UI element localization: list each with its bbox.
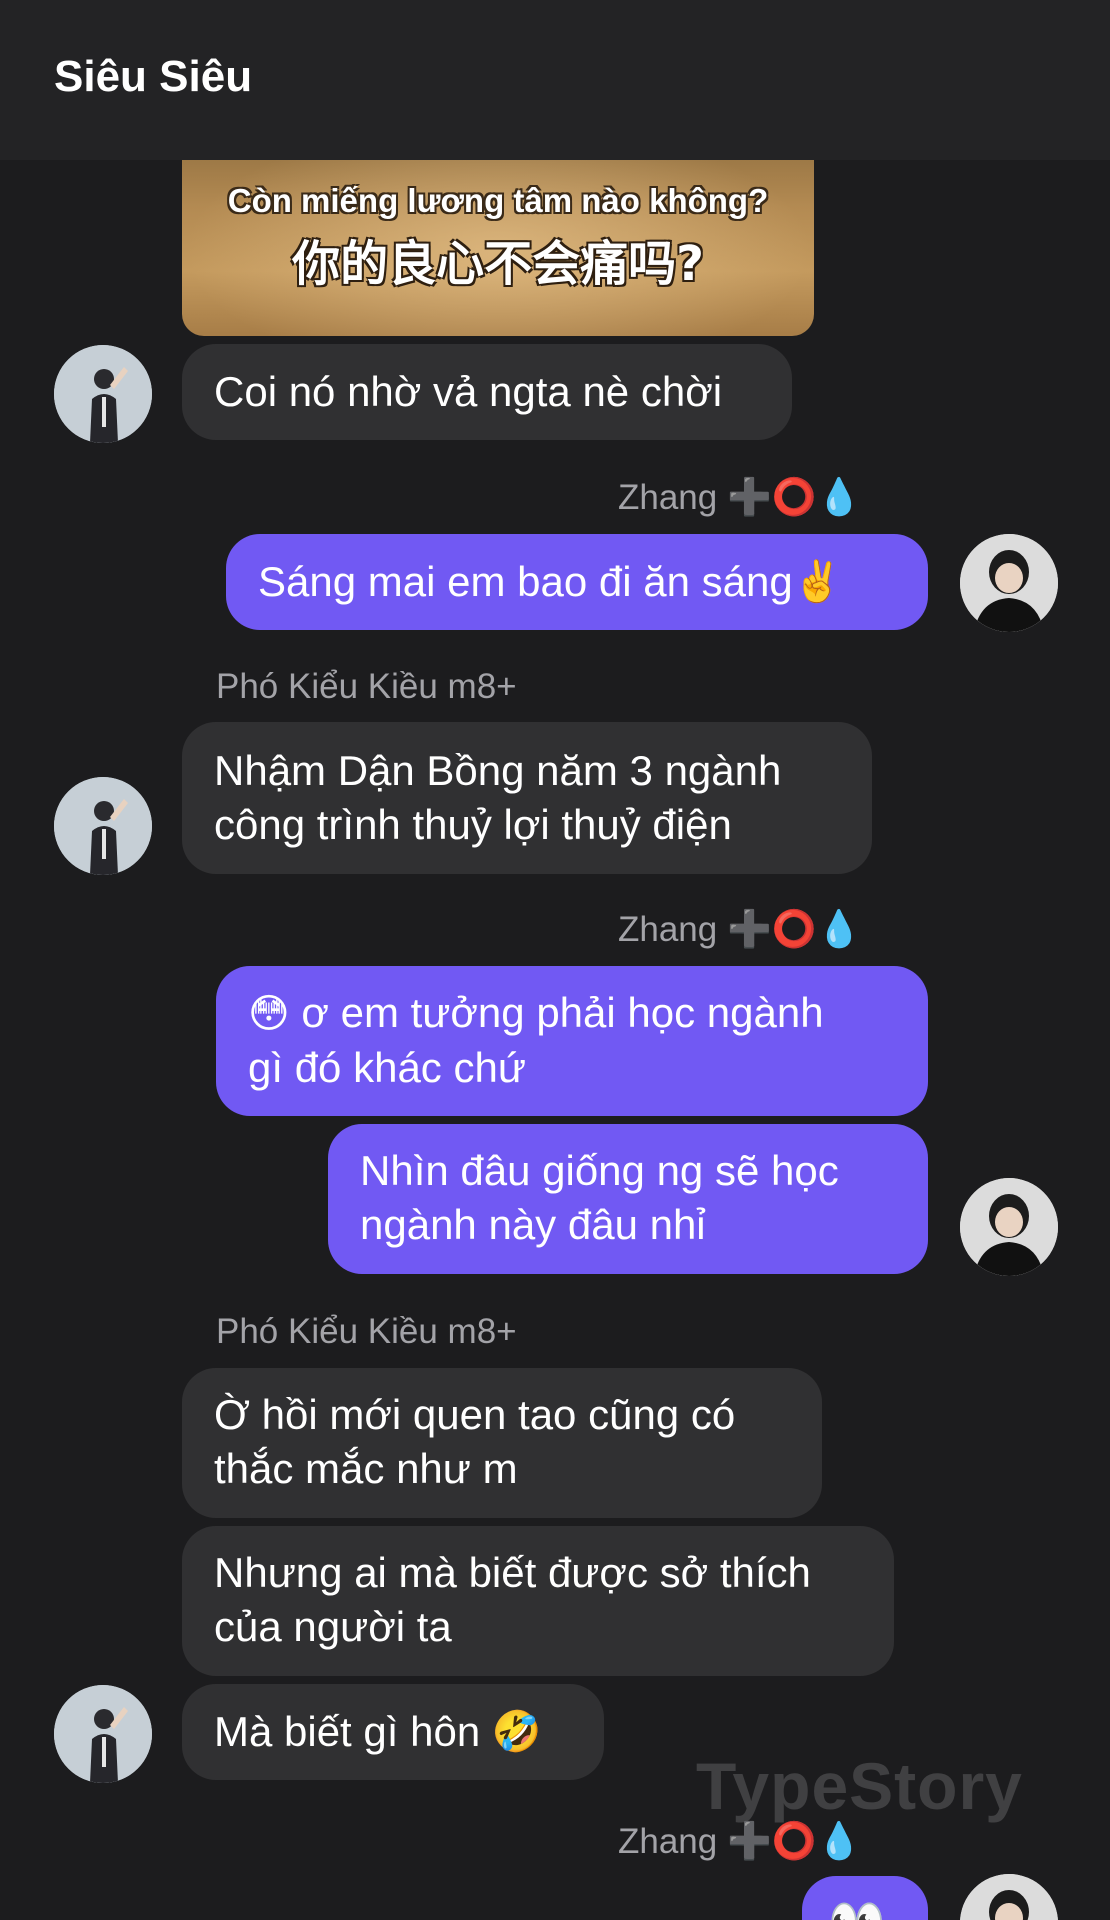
- contact-avatar[interactable]: [54, 345, 152, 443]
- message-bubble-incoming[interactable]: Ờ hồi mới quen tao cũng có thắc mắc như …: [182, 1368, 822, 1518]
- sender-name-zhang: Zhang ➕⭕💧: [618, 1820, 861, 1862]
- message-bubble-incoming[interactable]: Mà biết gì hôn 🤣: [182, 1684, 604, 1780]
- sender-name-zhang: Zhang ➕⭕💧: [618, 476, 861, 518]
- message-bubble-outgoing[interactable]: 👀: [802, 1876, 928, 1920]
- message-line: thắc mắc như m: [214, 1445, 518, 1492]
- sender-name-pho-kieu-kieu: Phó Kiểu Kiều m8+: [216, 1312, 517, 1351]
- message-bubble-incoming[interactable]: Nhậm Dận Bồng năm 3 ngành công trình thu…: [182, 722, 872, 874]
- sender-emoji: ➕⭕💧: [726, 1821, 862, 1862]
- person-avatar-icon: [54, 345, 152, 443]
- message-bubble-incoming[interactable]: Coi nó nhờ vả ngta nè chời: [182, 344, 792, 440]
- chat-header: Siêu Siêu: [0, 0, 1110, 160]
- chat-screen: Còn miếng lương tâm nào không? 你的良心不会痛吗?…: [0, 0, 1110, 1920]
- sender-emoji: ➕⭕💧: [726, 909, 862, 950]
- chat-title[interactable]: Siêu Siêu: [54, 52, 252, 102]
- message-line: ngành này đâu nhỉ: [360, 1201, 706, 1248]
- sender-name: Zhang: [618, 478, 718, 517]
- message-text: Sáng mai em bao đi ăn sáng: [258, 558, 793, 605]
- sender-name: Zhang: [618, 1822, 718, 1861]
- contact-avatar[interactable]: [54, 777, 152, 875]
- watermark: TypeStory: [696, 1749, 1023, 1823]
- person-avatar-icon: [960, 534, 1058, 632]
- person-avatar-icon: [54, 777, 152, 875]
- message-line: 😳 ơ em tưởng phải học ngành: [248, 986, 896, 1041]
- sender-name-pho-kieu-kieu: Phó Kiểu Kiều m8+: [216, 667, 517, 706]
- message-bubble-incoming[interactable]: Nhưng ai mà biết được sở thích của người…: [182, 1526, 894, 1676]
- message-text: Mà biết gì hôn: [214, 1708, 481, 1755]
- sender-name-zhang: Zhang ➕⭕💧: [618, 908, 861, 950]
- message-line: của người ta: [214, 1603, 452, 1650]
- message-line: Nhưng ai mà biết được sở thích: [214, 1549, 811, 1596]
- message-line: Nhậm Dận Bồng năm 3 ngành: [214, 747, 782, 794]
- message-line: gì đó khác chứ: [248, 1044, 526, 1091]
- message-text: ơ em tưởng phải học ngành: [301, 989, 824, 1036]
- eyes-icon: 👀: [828, 1898, 885, 1920]
- message-line: Ờ hồi mới quen tao cũng có: [214, 1391, 736, 1438]
- victory-hand-icon: ✌️: [792, 559, 843, 605]
- image-caption-chinese: 你的良心不会痛吗?: [292, 236, 704, 292]
- contact-avatar[interactable]: [54, 1685, 152, 1783]
- sender-name: Zhang: [618, 910, 718, 949]
- person-avatar-icon: [960, 1178, 1058, 1276]
- image-caption-vietnamese: Còn miếng lương tâm nào không?: [227, 182, 769, 219]
- person-avatar-icon: [960, 1874, 1058, 1920]
- message-bubble-outgoing[interactable]: 😳 ơ em tưởng phải học ngành gì đó khác c…: [216, 966, 928, 1116]
- message-text: Coi nó nhờ vả ngta nè chời: [214, 368, 723, 415]
- message-line: Nhìn đâu giống ng sẽ học: [360, 1147, 839, 1194]
- sender-emoji: ➕⭕💧: [726, 477, 862, 518]
- self-avatar[interactable]: [960, 534, 1058, 632]
- person-avatar-icon: [54, 1685, 152, 1783]
- self-avatar[interactable]: [960, 1874, 1058, 1920]
- self-avatar[interactable]: [960, 1178, 1058, 1276]
- message-bubble-outgoing[interactable]: Nhìn đâu giống ng sẽ học ngành này đâu n…: [328, 1124, 928, 1274]
- rolling-laughing-face-icon: 🤣: [491, 1709, 542, 1755]
- message-line: công trình thuỷ lợi thuỷ điện: [214, 801, 732, 848]
- message-bubble-outgoing[interactable]: Sáng mai em bao đi ăn sáng ✌️: [226, 534, 928, 630]
- flushed-face-icon: 😳: [248, 991, 290, 1037]
